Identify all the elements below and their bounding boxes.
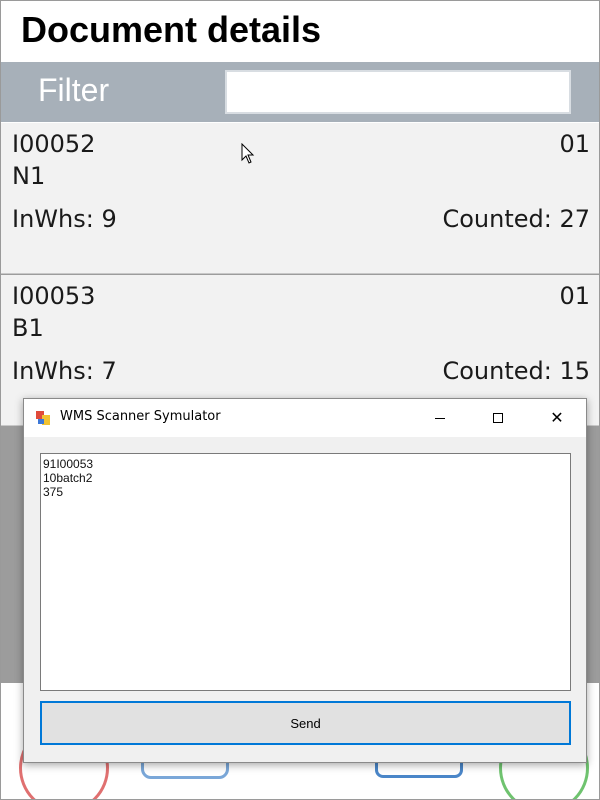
dialog-title: WMS Scanner Symulator — [60, 409, 221, 424]
item-location: B1 — [12, 314, 44, 342]
scan-text-area[interactable]: 91I00053 10batch2 375 — [40, 453, 571, 691]
send-button-label: Send — [290, 715, 321, 731]
close-icon: ✕ — [550, 408, 564, 427]
app-window-icon — [36, 411, 50, 425]
minimize-icon — [435, 417, 445, 419]
mouse-cursor-icon — [241, 143, 255, 164]
item-in-warehouse: InWhs: 9 — [12, 205, 117, 233]
list-item[interactable]: I00052 01 N1 InWhs: 9 Counted: 27 — [1, 123, 599, 274]
scanner-simulator-dialog: WMS Scanner Symulator ✕ 91I00053 10batch… — [23, 398, 587, 763]
item-counted: Counted: 27 — [442, 205, 590, 233]
item-counted: Counted: 15 — [442, 357, 590, 385]
item-code: I00053 — [12, 282, 96, 310]
page-title: Document details — [21, 9, 322, 50]
maximize-icon — [493, 413, 503, 423]
filter-input[interactable] — [225, 70, 571, 114]
dialog-titlebar[interactable]: WMS Scanner Symulator ✕ — [24, 399, 586, 437]
item-number: 01 — [559, 282, 590, 310]
filter-bar: Filter — [1, 62, 599, 122]
item-code: I00052 — [12, 130, 96, 158]
close-button[interactable]: ✕ — [534, 399, 580, 437]
item-location: N1 — [12, 162, 46, 190]
filter-label: Filter — [38, 72, 110, 108]
send-button[interactable]: Send — [40, 701, 571, 745]
item-in-warehouse: InWhs: 7 — [12, 357, 117, 385]
item-number: 01 — [559, 130, 590, 158]
maximize-button[interactable] — [475, 399, 521, 437]
minimize-button[interactable] — [417, 399, 463, 437]
